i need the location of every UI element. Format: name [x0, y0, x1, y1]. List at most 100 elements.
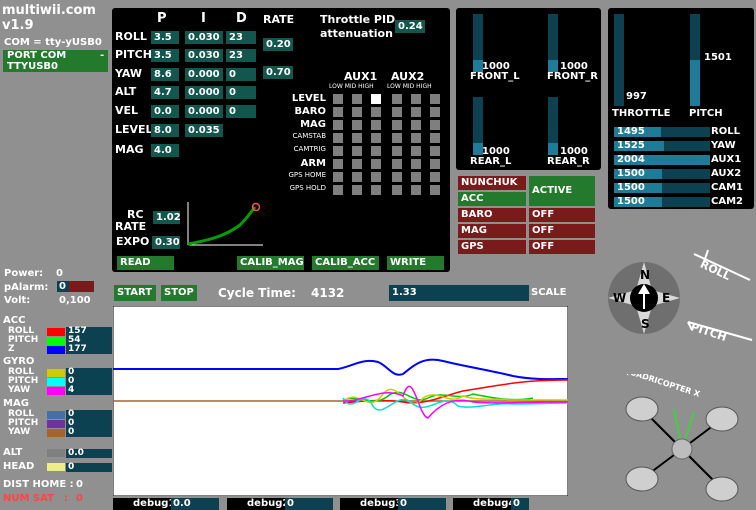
- acc-pitch-swatch[interactable]: [47, 337, 65, 345]
- aux-checkbox-camstab-aux1-high[interactable]: [371, 133, 381, 143]
- pid-level-p-field[interactable]: 8.0: [151, 124, 179, 137]
- pid-yaw-p-field[interactable]: 8.6: [151, 68, 179, 81]
- calib-mag-button[interactable]: CALIB_MAG: [237, 256, 304, 270]
- pid-alt-d-field[interactable]: 0: [226, 86, 256, 99]
- aux-checkbox-camtrig-aux2-mid[interactable]: [411, 146, 421, 156]
- aux-checkbox-gps-hold-aux2-mid[interactable]: [411, 185, 421, 195]
- aux-checkbox-mag-aux1-low[interactable]: [333, 120, 343, 130]
- aux-checkbox-baro-aux1-low[interactable]: [333, 107, 343, 117]
- start-button[interactable]: START: [114, 285, 156, 301]
- aux-checkbox-arm-aux2-high[interactable]: [430, 159, 440, 169]
- rate-yaw-field[interactable]: 0.70: [263, 66, 293, 79]
- aux-checkbox-gps-hold-aux1-low[interactable]: [333, 185, 343, 195]
- aux-checkbox-camtrig-aux1-high[interactable]: [371, 146, 381, 156]
- aux-checkbox-mag-aux2-high[interactable]: [430, 120, 440, 130]
- aux-label-gps-home: GPS HOME: [288, 171, 326, 179]
- scale-slider[interactable]: 1.33: [389, 285, 529, 301]
- aux-checkbox-gps-hold-aux2-high[interactable]: [430, 185, 440, 195]
- aux-checkbox-baro-aux1-mid[interactable]: [352, 107, 362, 117]
- aux-checkbox-mag-aux1-high[interactable]: [371, 120, 381, 130]
- aux-checkbox-level-aux2-high[interactable]: [430, 94, 440, 104]
- aux-checkbox-baro-aux2-mid[interactable]: [411, 107, 421, 117]
- aux-checkbox-camtrig-aux1-low[interactable]: [333, 146, 343, 156]
- mag-roll-swatch[interactable]: [47, 411, 65, 419]
- aux-label-level: LEVEL: [291, 93, 326, 104]
- pid-vel-i-field[interactable]: 0.000: [185, 105, 223, 118]
- aux-checkbox-level-aux2-low[interactable]: [392, 94, 402, 104]
- aux-checkbox-baro-aux2-high[interactable]: [430, 107, 440, 117]
- aux-checkbox-gps-home-aux1-low[interactable]: [333, 172, 343, 182]
- pid-roll-d-field[interactable]: 23: [226, 31, 256, 44]
- aux-checkbox-camstab-aux1-mid[interactable]: [352, 133, 362, 143]
- aux-checkbox-arm-aux1-mid[interactable]: [352, 159, 362, 169]
- aux-checkbox-camtrig-aux2-high[interactable]: [430, 146, 440, 156]
- aux-checkbox-gps-home-aux1-mid[interactable]: [352, 172, 362, 182]
- pid-vel-d-field[interactable]: 0: [226, 105, 256, 118]
- head-swatch[interactable]: [47, 463, 65, 471]
- aux-checkbox-gps-hold-aux1-mid[interactable]: [352, 185, 362, 195]
- pid-level-i-field[interactable]: 0.035: [185, 124, 223, 137]
- pid-pitch-d-field[interactable]: 23: [226, 49, 256, 62]
- quad-label: QUADRICOPTER X: [623, 374, 702, 399]
- rate-roll-pitch-field[interactable]: 0.20: [263, 38, 293, 51]
- aux-checkbox-gps-hold-aux2-low[interactable]: [392, 185, 402, 195]
- pid-yaw-d-field[interactable]: 0: [226, 68, 256, 81]
- throttle-pid-field[interactable]: 0.24: [395, 20, 425, 33]
- aux-checkbox-baro-aux1-high[interactable]: [371, 107, 381, 117]
- aux-checkbox-level-aux1-mid[interactable]: [352, 94, 362, 104]
- mag-yaw-swatch[interactable]: [47, 429, 65, 437]
- mag-pitch-swatch[interactable]: [47, 420, 65, 428]
- gyro-pitch-swatch[interactable]: [47, 378, 65, 386]
- aux-checkbox-camstab-aux2-low[interactable]: [392, 133, 402, 143]
- pid-alt-i-field[interactable]: 0.000: [185, 86, 223, 99]
- aux-checkbox-camtrig-aux2-low[interactable]: [392, 146, 402, 156]
- gyro-roll-swatch[interactable]: [47, 369, 65, 377]
- rc-rate-field[interactable]: 1.02: [153, 211, 180, 224]
- write-button[interactable]: WRITE: [387, 256, 444, 270]
- pid-mag-p-field[interactable]: 4.0: [151, 144, 179, 157]
- calib-acc-button[interactable]: CALIB_ACC: [312, 256, 379, 270]
- aux-label-camtrig: CAMTRIG: [293, 145, 326, 153]
- aux-checkbox-gps-home-aux1-high[interactable]: [371, 172, 381, 182]
- acc-z-swatch[interactable]: [47, 346, 65, 354]
- aux-checkbox-level-aux2-mid[interactable]: [411, 94, 421, 104]
- gyro-yaw-swatch[interactable]: [47, 387, 65, 395]
- pid-pitch-i-field[interactable]: 0.030: [185, 49, 223, 62]
- pid-yaw-i-field[interactable]: 0.000: [185, 68, 223, 81]
- port-line2: TTYUSB0: [7, 61, 59, 72]
- aux-checkbox-arm-aux1-low[interactable]: [333, 159, 343, 169]
- expo-field[interactable]: 0.30: [152, 236, 180, 249]
- pid-roll-p-field[interactable]: 3.5: [151, 31, 179, 44]
- aux-checkbox-mag-aux2-mid[interactable]: [411, 120, 421, 130]
- alt-swatch[interactable]: [47, 449, 65, 457]
- aux-checkbox-camtrig-aux1-mid[interactable]: [352, 146, 362, 156]
- aux-checkbox-mag-aux1-mid[interactable]: [352, 120, 362, 130]
- aux-checkbox-gps-hold-aux1-high[interactable]: [371, 185, 381, 195]
- rc-channel-roll-bar: 1495: [614, 127, 710, 137]
- rc-channel-aux2-value: 1500: [617, 168, 645, 179]
- palarm-field[interactable]: 0: [57, 281, 94, 292]
- read-button[interactable]: READ: [117, 256, 174, 270]
- aux-checkbox-camstab-aux1-low[interactable]: [333, 133, 343, 143]
- aux-checkbox-camstab-aux2-mid[interactable]: [411, 133, 421, 143]
- aux-checkbox-level-aux1-high[interactable]: [371, 94, 381, 104]
- rc-channel-cam2-label: CAM2: [711, 196, 743, 207]
- aux-checkbox-camstab-aux2-high[interactable]: [430, 133, 440, 143]
- aux-checkbox-baro-aux2-low[interactable]: [392, 107, 402, 117]
- aux-checkbox-arm-aux2-low[interactable]: [392, 159, 402, 169]
- pid-roll-i-field[interactable]: 0.030: [185, 31, 223, 44]
- aux-checkbox-gps-home-aux2-high[interactable]: [430, 172, 440, 182]
- pid-vel-p-field[interactable]: 0.0: [151, 105, 179, 118]
- aux-checkbox-arm-aux1-high[interactable]: [371, 159, 381, 169]
- aux-checkbox-level-aux1-low[interactable]: [333, 94, 343, 104]
- stop-button[interactable]: STOP: [161, 285, 197, 301]
- aux-checkbox-mag-aux2-low[interactable]: [392, 120, 402, 130]
- acc-roll-swatch[interactable]: [47, 328, 65, 336]
- pid-pitch-p-field[interactable]: 3.5: [151, 49, 179, 62]
- aux-checkbox-gps-home-aux2-low[interactable]: [392, 172, 402, 182]
- aux-checkbox-arm-aux2-mid[interactable]: [411, 159, 421, 169]
- port-selector[interactable]: PORT COM - TTYUSB0: [3, 50, 108, 72]
- pid-label-mag: MAG: [115, 143, 144, 156]
- pid-alt-p-field[interactable]: 4.7: [151, 86, 179, 99]
- aux-checkbox-gps-home-aux2-mid[interactable]: [411, 172, 421, 182]
